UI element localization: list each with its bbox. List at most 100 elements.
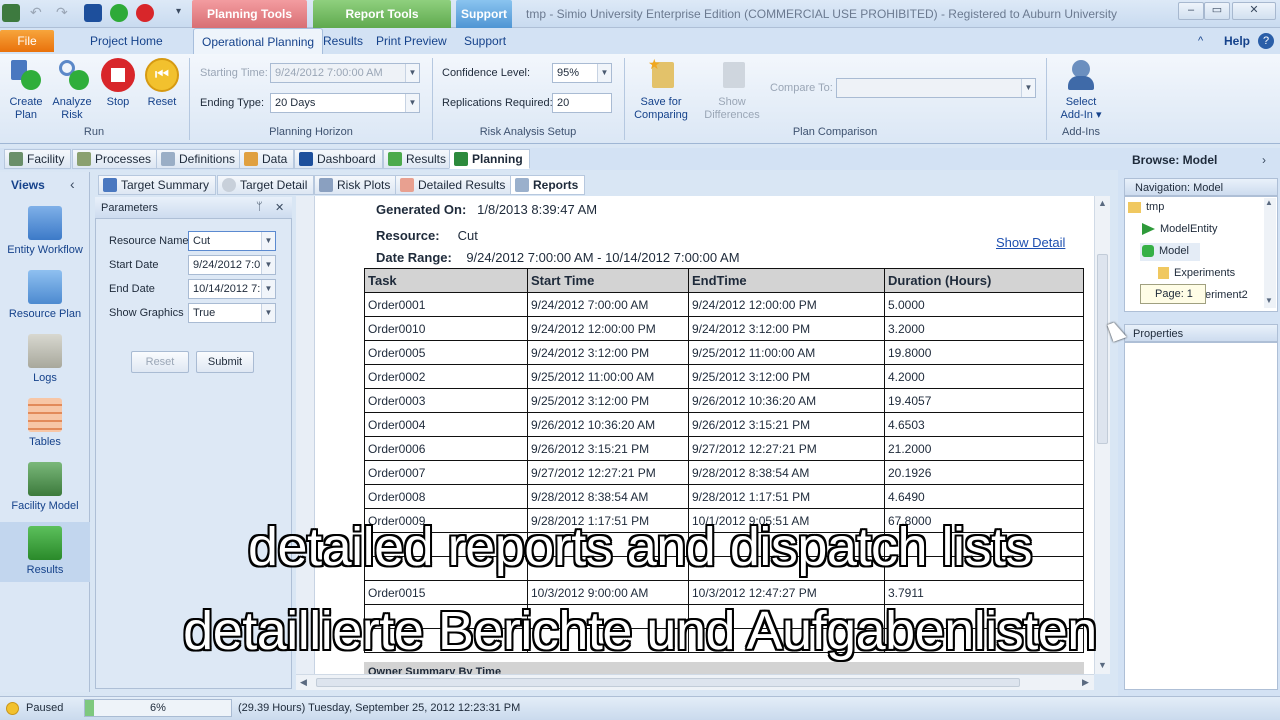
subtab-risk-plots[interactable]: Risk Plots bbox=[314, 175, 398, 195]
show-detail-link[interactable]: Show Detail bbox=[996, 235, 1065, 250]
table-row: Order0005 9/24/2012 3:12:00 PM 9/25/2012 1… bbox=[364, 340, 1084, 365]
report-horizontal-scrollbar[interactable]: ◀ ▶ bbox=[296, 674, 1094, 690]
scroll-up-icon[interactable]: ▲ bbox=[1098, 198, 1107, 208]
start-date-input[interactable]: 9/24/2012 7:0 ▼ bbox=[188, 255, 276, 275]
save-icon[interactable] bbox=[84, 4, 102, 22]
submit-button[interactable]: Submit bbox=[196, 351, 254, 373]
app-icon[interactable] bbox=[2, 4, 20, 22]
subtab-detailed-results[interactable]: Detailed Results bbox=[395, 175, 513, 195]
redo-icon[interactable]: ↷ bbox=[56, 4, 74, 22]
file-tab[interactable]: File bbox=[0, 30, 54, 52]
save-for-comparing-button[interactable]: ★ Save for Comparing bbox=[632, 57, 690, 122]
tab-operational-planning[interactable]: Operational Planning bbox=[193, 28, 324, 55]
chevron-down-icon[interactable]: ▼ bbox=[261, 232, 275, 250]
tab-print-preview[interactable]: Print Preview bbox=[368, 28, 455, 54]
compare-to-select[interactable]: ▼ bbox=[836, 78, 1036, 98]
chevron-down-icon[interactable]: ▼ bbox=[261, 256, 275, 274]
progress-text: 6% bbox=[150, 702, 166, 714]
chevron-down-icon[interactable]: ▼ bbox=[405, 64, 419, 82]
h-scroll-thumb[interactable] bbox=[316, 678, 1020, 687]
table-row: Order0003 9/25/2012 3:12:00 PM 9/26/2012 1… bbox=[364, 388, 1084, 413]
maximize-button[interactable]: ▭ bbox=[1204, 2, 1230, 20]
tab-data[interactable]: Data bbox=[239, 149, 295, 169]
chevron-down-icon[interactable]: ▼ bbox=[597, 64, 611, 82]
create-plan-icon bbox=[9, 58, 43, 92]
context-tab-report-tools[interactable]: Report Tools bbox=[313, 0, 451, 28]
table-cell: Order0003 bbox=[364, 388, 528, 413]
subtitle-german: detaillierte Berichte und Aufgabenlisten bbox=[183, 601, 1097, 661]
view-entity-workflow[interactable]: Entity Workflow bbox=[0, 206, 90, 256]
subtab-target-summary[interactable]: Target Summary bbox=[98, 175, 217, 195]
tab-dashboard[interactable]: Dashboard bbox=[294, 149, 383, 169]
starting-time-label: Starting Time: bbox=[200, 67, 268, 79]
folder-icon bbox=[1128, 201, 1141, 213]
tree-node-modelentity[interactable]: ModelEntity bbox=[1142, 223, 1217, 235]
tab-results[interactable]: Results bbox=[315, 28, 371, 54]
tree-node-tmp[interactable]: tmp bbox=[1128, 201, 1164, 213]
resource-name-select[interactable]: Cut ▼ bbox=[188, 231, 276, 251]
context-tab-support[interactable]: Support bbox=[456, 0, 512, 28]
chevron-down-icon[interactable]: ▼ bbox=[261, 304, 275, 322]
end-date-input[interactable]: 10/14/2012 7: ▼ bbox=[188, 279, 276, 299]
replications-input[interactable]: 20 bbox=[552, 93, 612, 113]
show-differences-button[interactable]: Show Differences bbox=[700, 58, 764, 122]
tree-node-experiments[interactable]: Experiments bbox=[1158, 267, 1235, 279]
tab-project-home[interactable]: Project Home bbox=[82, 28, 171, 54]
resource: Resource: Cut bbox=[376, 228, 478, 243]
subtab-target-detail[interactable]: Target Detail bbox=[217, 175, 315, 195]
nav-tree-scrollbar[interactable]: ▲ ▼ bbox=[1264, 198, 1276, 308]
parameters-close-icon[interactable]: ✕ bbox=[275, 201, 284, 214]
chevron-down-icon[interactable]: ▼ bbox=[405, 94, 419, 112]
analyze-risk-button[interactable]: Analyze Risk bbox=[50, 58, 94, 122]
help-icon[interactable]: ? bbox=[1258, 33, 1274, 49]
minimize-button[interactable]: – bbox=[1178, 2, 1204, 20]
tab-facility[interactable]: Facility bbox=[4, 149, 72, 169]
scroll-right-icon[interactable]: ▶ bbox=[1082, 677, 1089, 688]
create-plan-button[interactable]: Create Plan bbox=[4, 58, 48, 122]
confidence-level-select[interactable]: 95% ▼ bbox=[552, 63, 612, 83]
tab-support[interactable]: Support bbox=[456, 28, 514, 54]
table-cell: 5.0000 bbox=[884, 292, 1084, 317]
scroll-down-icon[interactable]: ▼ bbox=[1265, 296, 1273, 305]
view-logs[interactable]: Logs bbox=[0, 334, 90, 384]
context-tab-planning-tools[interactable]: Planning Tools bbox=[192, 0, 307, 28]
ending-type-select[interactable]: 20 Days ▼ bbox=[270, 93, 420, 113]
view-facility-model[interactable]: Facility Model bbox=[0, 462, 90, 512]
chevron-down-icon[interactable]: ▼ bbox=[1021, 79, 1035, 97]
facility-model-icon bbox=[28, 462, 62, 496]
group-label-planning-horizon: Planning Horizon bbox=[269, 126, 353, 138]
tree-node-model[interactable]: Model bbox=[1142, 245, 1189, 257]
help-link[interactable]: Help bbox=[1216, 28, 1258, 54]
table-cell: 9/25/2012 3:12:00 PM bbox=[527, 388, 689, 413]
pin-icon[interactable]: ᛘ bbox=[256, 201, 263, 213]
view-tables[interactable]: Tables bbox=[0, 398, 90, 448]
table-cell: Order0010 bbox=[364, 316, 528, 341]
tab-planning[interactable]: Planning bbox=[449, 149, 530, 169]
table-cell: 19.8000 bbox=[884, 340, 1084, 365]
select-add-in-button[interactable]: Select Add-In ▾ bbox=[1052, 58, 1110, 122]
starting-time-input[interactable]: 9/24/2012 7:00:00 AM ▼ bbox=[270, 63, 420, 83]
group-label-add-ins: Add-Ins bbox=[1062, 126, 1100, 138]
subtab-reports[interactable]: Reports bbox=[510, 175, 586, 195]
scroll-thumb[interactable] bbox=[1097, 254, 1108, 444]
show-graphics-select[interactable]: True ▼ bbox=[188, 303, 276, 323]
tab-processes[interactable]: Processes bbox=[72, 149, 159, 169]
ribbon-minimize-icon[interactable]: ^ bbox=[1190, 28, 1211, 54]
chevron-down-icon[interactable]: ▼ bbox=[261, 280, 275, 298]
stop-icon[interactable] bbox=[136, 4, 154, 22]
scroll-left-icon[interactable]: ◀ bbox=[300, 677, 307, 688]
run-icon[interactable] bbox=[110, 4, 128, 22]
browse-expand-icon[interactable]: › bbox=[1262, 153, 1266, 167]
tab-definitions[interactable]: Definitions bbox=[156, 149, 243, 169]
view-resource-plan[interactable]: Resource Plan bbox=[0, 270, 90, 320]
tab-results-main[interactable]: Results bbox=[383, 149, 454, 169]
stop-button[interactable]: Stop bbox=[98, 58, 138, 109]
ribbon-tab-row bbox=[0, 28, 1280, 54]
close-button[interactable]: ✕ bbox=[1232, 2, 1276, 20]
views-collapse-icon[interactable]: ‹ bbox=[70, 176, 75, 192]
undo-icon[interactable]: ↶ bbox=[30, 4, 48, 22]
qat-dropdown-icon[interactable]: ▾ bbox=[176, 6, 181, 17]
reset-button[interactable]: ⏮ Reset bbox=[142, 58, 182, 109]
scroll-up-icon[interactable]: ▲ bbox=[1265, 198, 1273, 207]
reset-parameters-button[interactable]: Reset bbox=[131, 351, 189, 373]
